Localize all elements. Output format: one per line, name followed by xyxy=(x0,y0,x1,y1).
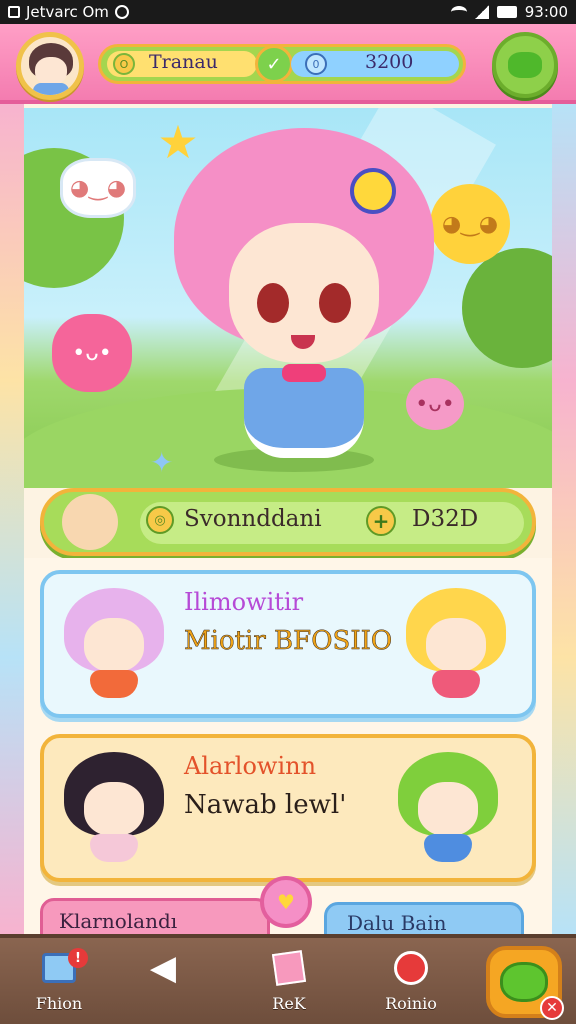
nav-label: ReK xyxy=(272,994,306,1013)
status-bar: Jetvarc Om 93:00 xyxy=(0,0,576,24)
speech-bubble-icon: ◕‿◕ xyxy=(60,158,136,218)
hero-character[interactable] xyxy=(174,128,434,468)
bow-icon xyxy=(282,364,326,382)
alert-badge: ! xyxy=(68,948,88,968)
pet-icon xyxy=(62,494,118,550)
nav-item-rek[interactable]: ReK xyxy=(244,948,334,1024)
close-icon[interactable]: ✕ xyxy=(540,996,564,1020)
coin-icon: ◎ xyxy=(146,506,174,534)
currency-pill: 0 3200 xyxy=(291,51,459,77)
tab-2[interactable]: Dalu Bain xyxy=(324,902,524,938)
wifi-icon xyxy=(450,6,467,18)
card-label: Alarlowinn xyxy=(184,752,317,780)
add-button[interactable]: + xyxy=(366,506,396,536)
card-subtitle: Miotir BFOSIIO xyxy=(184,626,393,657)
tree xyxy=(462,248,552,368)
nav-item-fhion[interactable]: ! Fhion xyxy=(14,948,104,1024)
menu-button[interactable] xyxy=(492,32,558,98)
slime-icon xyxy=(508,52,542,78)
nav-label: Roinio xyxy=(385,994,437,1013)
action-value: D32D xyxy=(412,506,479,532)
gem-icon[interactable]: ✓ xyxy=(255,45,293,83)
signal-icon xyxy=(474,5,489,19)
character-portrait xyxy=(64,752,164,862)
nav-item-roinio[interactable]: Roinio xyxy=(366,948,456,1024)
hero-scene: ◕‿◕ ★ ◕‿◕ •ᴗ• •ᴗ• ✦ xyxy=(24,108,552,488)
pink-fluff-icon[interactable]: •ᴗ• xyxy=(52,314,132,392)
card-label: Ilimowitir xyxy=(184,588,304,616)
player-avatar[interactable] xyxy=(16,32,84,100)
yellow-bird-icon[interactable]: ◕‿◕ xyxy=(430,184,510,264)
character-portrait xyxy=(406,588,506,698)
coin-icon: O xyxy=(113,53,135,75)
character-panel: Ilimowitir Miotir BFOSIIO Alarlowinn Naw… xyxy=(24,558,552,938)
chat-bubble-icon[interactable]: ♥ xyxy=(260,876,312,928)
action-title: Svonnddani xyxy=(184,506,322,532)
player-name-pill: O Tranau xyxy=(107,51,257,77)
hair-clip-icon xyxy=(350,168,396,214)
nav-label: Fhion xyxy=(35,994,83,1013)
nav-item-back[interactable]: ◀ xyxy=(118,948,208,1024)
battery-icon xyxy=(496,6,517,18)
tab-1[interactable]: Klarnolandı xyxy=(40,898,270,938)
action-bar[interactable]: ◎ Svonnddani + D32D xyxy=(40,488,536,556)
status-text: Jetvarc Om xyxy=(26,3,109,21)
character-portrait xyxy=(64,588,164,698)
resource-bar: O Tranau ✓ 0 3200 xyxy=(98,44,466,84)
slime-button[interactable]: ✕ xyxy=(486,946,564,1020)
left-border xyxy=(0,104,24,934)
bottom-nav: ! Fhion ◀ ReK Roinio ✕ xyxy=(0,934,576,1024)
star-icon: ✦ xyxy=(150,446,174,479)
player-name: Tranau xyxy=(149,51,218,73)
card-subtitle: Nawab lewl' xyxy=(184,790,347,820)
character-card[interactable]: Ilimowitir Miotir BFOSIIO xyxy=(40,570,536,718)
top-bar: O Tranau ✓ 0 3200 xyxy=(0,24,576,104)
slime-icon xyxy=(500,962,548,1002)
screenshot-icon xyxy=(8,6,20,18)
character-portrait xyxy=(398,752,498,862)
back-arrow-icon: ◀ xyxy=(149,948,177,988)
status-time: 93:00 xyxy=(524,3,568,21)
character-card[interactable]: Alarlowinn Nawab lewl' xyxy=(40,734,536,882)
coin-icon: 0 xyxy=(305,53,327,75)
chat-icon xyxy=(389,948,433,988)
currency-value: 3200 xyxy=(365,51,414,73)
right-border xyxy=(552,104,576,934)
sync-icon xyxy=(114,5,129,19)
card-icon xyxy=(267,948,311,988)
